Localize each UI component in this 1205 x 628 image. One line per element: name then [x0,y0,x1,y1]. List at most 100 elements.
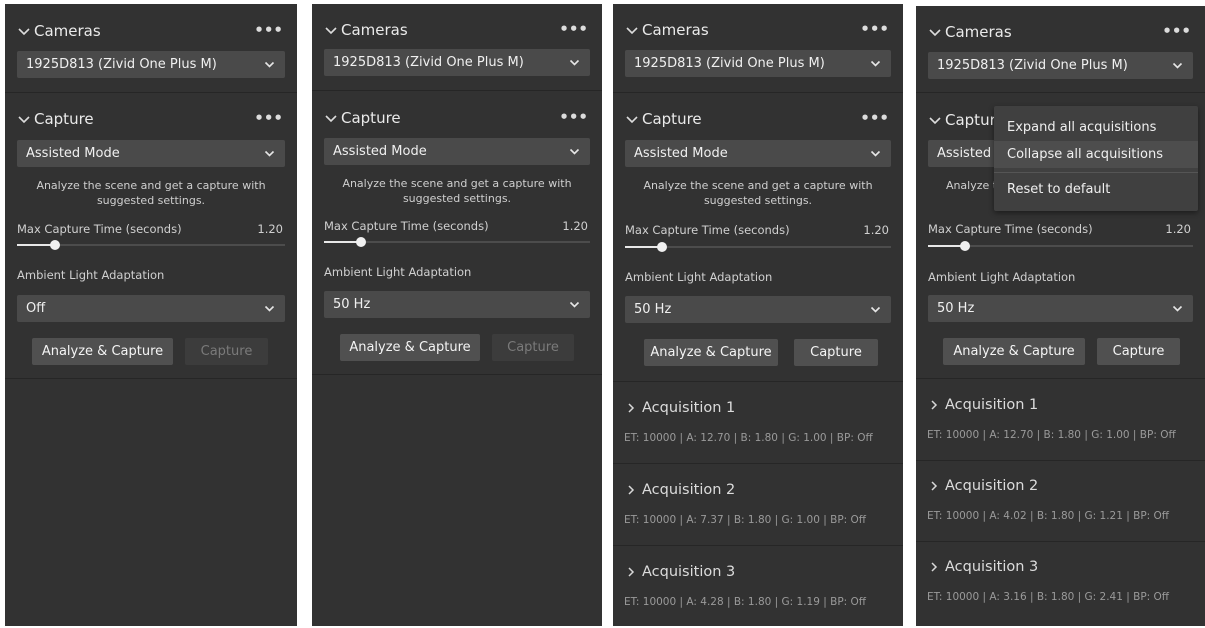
chevron-down-icon[interactable] [625,23,639,37]
max-capture-time-value: 1.20 [562,219,588,233]
camera-select[interactable]: 1925D813 (Zivid One Plus M) [625,50,891,77]
more-horizontal-icon[interactable]: ••• [254,108,283,128]
acquisition-divider [916,460,1205,461]
more-horizontal-icon[interactable]: ••• [254,20,283,40]
section-divider [916,378,1205,379]
analyze-capture-button[interactable]: Analyze & Capture [32,338,173,365]
acquisition-title[interactable]: Acquisition 2 [642,480,735,500]
capture-button[interactable]: Capture [794,339,878,366]
max-capture-time-value: 1.20 [257,222,283,236]
menu-item[interactable]: Reset to default [994,176,1198,203]
max-capture-time-slider[interactable] [17,239,285,251]
max-capture-time-value: 1.20 [863,223,889,237]
chevron-down-icon[interactable] [928,25,942,39]
chevron-down-icon [264,148,275,159]
capture-context-menu: Expand all acquisitions Collapse all acqu… [994,106,1198,211]
slider-handle[interactable] [960,241,970,251]
capture-mode-select[interactable]: Assisted Mode [625,140,891,167]
capture-section-header[interactable]: Capture ••• [5,104,297,134]
chevron-right-icon[interactable] [928,480,940,492]
capture-mode-select[interactable]: Assisted Mode [324,138,590,165]
ambient-light-select[interactable]: 50 Hz [324,291,590,318]
ambient-light-value: 50 Hz [333,297,371,312]
section-divider [5,92,297,93]
analyze-capture-button[interactable]: Analyze & Capture [644,339,778,366]
more-horizontal-icon[interactable]: ••• [1162,21,1191,41]
capture-title: Capture [341,109,401,127]
chevron-right-icon[interactable] [928,399,940,411]
more-horizontal-icon[interactable]: ••• [860,19,889,39]
section-divider [312,90,602,91]
capture-panel-4: Cameras ••• 1925D813 (Zivid One Plus M) Cap… [916,6,1205,626]
cameras-section-header[interactable]: Cameras ••• [5,16,297,46]
acquisition-title[interactable]: Acquisition 1 [945,395,1038,415]
ambient-light-label: Ambient Light Adaptation [17,268,165,282]
acquisition-title[interactable]: Acquisition 1 [642,398,735,418]
analyze-capture-button[interactable]: Analyze & Capture [340,334,480,361]
chevron-right-icon[interactable] [625,402,637,414]
slider-handle[interactable] [657,242,667,252]
max-capture-time-label: Max Capture Time (seconds) [625,223,790,237]
menu-separator [994,172,1198,173]
chevron-down-icon[interactable] [324,23,338,37]
ambient-light-select[interactable]: 50 Hz [928,295,1193,322]
chevron-down-icon[interactable] [625,112,639,126]
cameras-section-header[interactable]: Cameras ••• [312,15,602,45]
chevron-right-icon[interactable] [625,566,637,578]
cameras-title: Cameras [341,21,408,39]
capture-section-header[interactable]: Capture ••• [312,103,602,133]
analyze-capture-button[interactable]: Analyze & Capture [943,338,1085,365]
menu-item[interactable]: Collapse all acquisitions [994,141,1198,168]
capture-panel-1: Cameras ••• 1925D813 (Zivid One Plus M) Cap… [5,4,297,626]
more-horizontal-icon[interactable]: ••• [559,19,588,39]
description-line: suggested settings. [402,192,512,205]
acquisition-params: ET: 10000 | A: 4.28 | B: 1.80 | G: 1.19 … [624,596,867,608]
camera-select-value: 1925D813 (Zivid One Plus M) [333,55,524,70]
acquisition-title[interactable]: Acquisition 3 [642,562,735,582]
description-line: Analyze the scene and get a capture with [643,179,873,192]
ambient-light-select[interactable]: Off [17,295,285,322]
slider-handle[interactable] [50,240,60,250]
capture-panel-3: Cameras ••• 1925D813 (Zivid One Plus M) Cap… [613,4,903,626]
menu-item[interactable]: Expand all acquisitions [994,114,1198,141]
chevron-right-icon[interactable] [928,561,940,573]
description-line: suggested settings. [703,194,813,207]
camera-select[interactable]: 1925D813 (Zivid One Plus M) [17,51,285,78]
acquisition-divider [613,545,903,546]
acquisition-title[interactable]: Acquisition 2 [945,476,1038,496]
more-horizontal-icon[interactable]: ••• [860,108,889,128]
cameras-section-header[interactable]: Cameras ••• [916,17,1205,47]
description-line: Analyze the scene and get a capture with [36,179,266,192]
chevron-down-icon [569,299,580,310]
chevron-down-icon[interactable] [17,112,31,126]
slider-handle[interactable] [356,237,366,247]
camera-select[interactable]: 1925D813 (Zivid One Plus M) [928,52,1193,79]
ambient-light-select[interactable]: 50 Hz [625,296,891,323]
capture-mode-select[interactable]: Assisted Mode [17,140,285,167]
ambient-light-value: 50 Hz [634,302,672,317]
capture-button[interactable]: Capture [185,338,268,365]
more-horizontal-icon[interactable]: ••• [559,107,588,127]
chevron-right-icon[interactable] [625,484,637,496]
capture-button[interactable]: Capture [492,334,574,361]
acquisition-title[interactable]: Acquisition 3 [945,557,1038,577]
chevron-down-icon[interactable] [324,111,338,125]
camera-select[interactable]: 1925D813 (Zivid One Plus M) [324,49,590,76]
max-capture-time-slider[interactable] [324,236,590,248]
chevron-down-icon[interactable] [17,24,31,38]
camera-select-value: 1925D813 (Zivid One Plus M) [937,58,1128,73]
chevron-down-icon[interactable] [928,113,942,127]
max-capture-time-slider[interactable] [928,240,1193,252]
ambient-light-label: Ambient Light Adaptation [625,270,773,284]
chevron-down-icon [870,58,881,69]
capture-section-header[interactable]: Capture ••• [613,104,903,134]
acquisition-params: ET: 10000 | A: 7.37 | B: 1.80 | G: 1.00 … [624,514,867,526]
max-capture-time-slider[interactable] [625,241,891,253]
assisted-mode-description: Analyze the scene and get a capture with… [17,178,285,208]
capture-mode-value: Assisted Mode [333,144,427,159]
capture-mode-value: Assisted Mode [26,146,120,161]
capture-button[interactable]: Capture [1097,338,1180,365]
description-line: suggested settings. [96,194,206,207]
chevron-down-icon [264,303,275,314]
cameras-section-header[interactable]: Cameras ••• [613,15,903,45]
